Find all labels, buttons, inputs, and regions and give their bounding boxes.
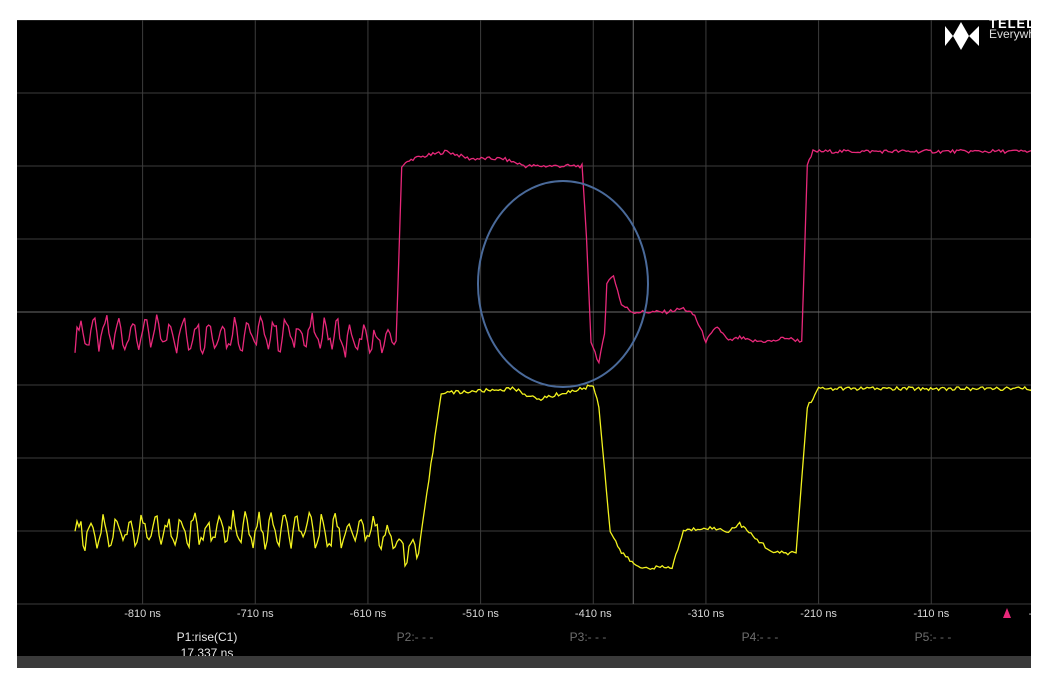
x-tick-label: -110 ns bbox=[913, 608, 950, 620]
waveform-plot bbox=[17, 20, 1031, 618]
x-tick-label: -810 ns bbox=[124, 608, 161, 620]
oscilloscope-display: -810 ns -710 ns -610 ns -510 ns -410 ns -310 … bbox=[17, 20, 1031, 668]
logo-text-tagline: Everywh bbox=[989, 27, 1031, 41]
x-tick-label: -210 ns bbox=[800, 608, 837, 620]
x-tick-label: -410 ns bbox=[574, 608, 612, 620]
trace-c2 bbox=[74, 384, 1031, 571]
x-tick-label: -710 ns bbox=[236, 608, 274, 620]
annotation-circle bbox=[477, 180, 649, 388]
x-tick-label: -510 ns bbox=[462, 608, 499, 620]
trace-c1 bbox=[74, 148, 1031, 365]
param-p4-label[interactable]: P4:- - - bbox=[742, 630, 779, 644]
param-p2-label[interactable]: P2:- - - bbox=[397, 630, 434, 644]
x-tick-label: -10 ns bbox=[1029, 608, 1031, 620]
status-strip bbox=[17, 656, 1031, 668]
param-p5-label[interactable]: P5:- - - bbox=[915, 630, 952, 644]
trigger-marker-icon bbox=[1003, 608, 1011, 618]
x-tick-label: -610 ns bbox=[349, 608, 387, 620]
x-tick-label: -310 ns bbox=[687, 608, 725, 620]
param-p1-label[interactable]: P1:rise(C1) bbox=[177, 630, 238, 644]
param-p3-label[interactable]: P3:- - - bbox=[570, 630, 607, 644]
